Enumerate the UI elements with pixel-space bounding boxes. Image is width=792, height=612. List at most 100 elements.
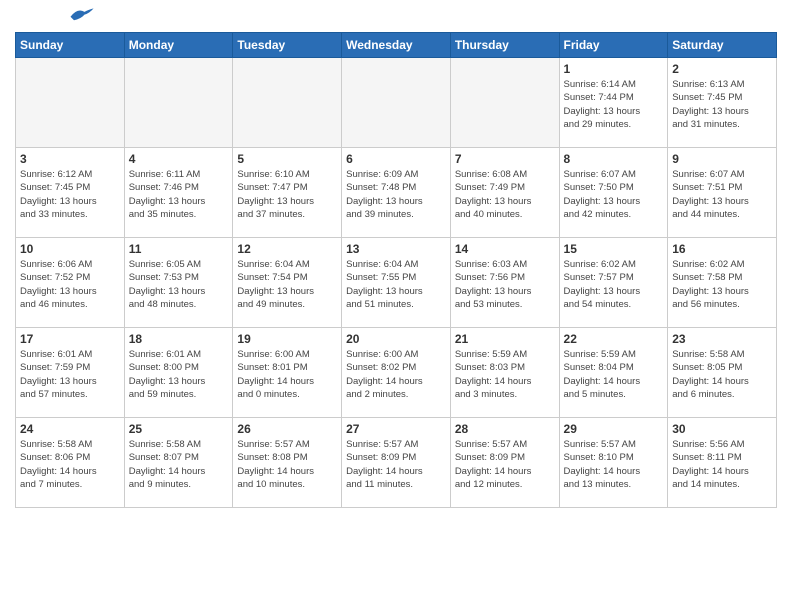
day-info: Sunrise: 6:01 AM Sunset: 8:00 PM Dayligh… [129,348,229,401]
calendar-cell: 24 Sunrise: 5:58 AM Sunset: 8:06 PM Dayli… [16,418,125,508]
week-row: 24 Sunrise: 5:58 AM Sunset: 8:06 PM Dayli… [16,418,777,508]
day-number: 16 [672,242,772,256]
calendar-cell: 21 Sunrise: 5:59 AM Sunset: 8:03 PM Dayli… [450,328,559,418]
calendar-day-header: Saturday [668,33,777,58]
day-info: Sunrise: 6:02 AM Sunset: 7:57 PM Dayligh… [564,258,664,311]
day-number: 21 [455,332,555,346]
day-number: 1 [564,62,664,76]
day-info: Sunrise: 5:57 AM Sunset: 8:09 PM Dayligh… [346,438,446,491]
calendar-cell: 12 Sunrise: 6:04 AM Sunset: 7:54 PM Dayli… [233,238,342,328]
day-info: Sunrise: 5:57 AM Sunset: 8:09 PM Dayligh… [455,438,555,491]
day-number: 17 [20,332,120,346]
day-number: 12 [237,242,337,256]
calendar-cell [124,58,233,148]
day-info: Sunrise: 6:12 AM Sunset: 7:45 PM Dayligh… [20,168,120,221]
week-row: 10Sunrise: 6:06 AM Sunset: 7:52 PM Dayli… [16,238,777,328]
day-info: Sunrise: 6:13 AM Sunset: 7:45 PM Dayligh… [672,78,772,131]
calendar-cell: 19 Sunrise: 6:00 AM Sunset: 8:01 PM Dayli… [233,328,342,418]
day-info: Sunrise: 5:58 AM Sunset: 8:06 PM Dayligh… [20,438,120,491]
day-number: 20 [346,332,446,346]
day-info: Sunrise: 5:59 AM Sunset: 8:04 PM Dayligh… [564,348,664,401]
calendar-cell [450,58,559,148]
day-number: 15 [564,242,664,256]
calendar-cell: 14Sunrise: 6:03 AM Sunset: 7:56 PM Dayli… [450,238,559,328]
day-info: Sunrise: 6:02 AM Sunset: 7:58 PM Dayligh… [672,258,772,311]
calendar-cell: 4 Sunrise: 6:11 AM Sunset: 7:46 PM Daylig… [124,148,233,238]
day-number: 28 [455,422,555,436]
calendar-cell: 8 Sunrise: 6:07 AM Sunset: 7:50 PM Daylig… [559,148,668,238]
calendar-cell: 5 Sunrise: 6:10 AM Sunset: 7:47 PM Daylig… [233,148,342,238]
day-info: Sunrise: 6:08 AM Sunset: 7:49 PM Dayligh… [455,168,555,221]
day-info: Sunrise: 6:05 AM Sunset: 7:53 PM Dayligh… [129,258,229,311]
calendar-cell: 18 Sunrise: 6:01 AM Sunset: 8:00 PM Dayli… [124,328,233,418]
calendar-cell: 1 Sunrise: 6:14 AM Sunset: 7:44 PM Daylig… [559,58,668,148]
calendar-cell: 13Sunrise: 6:04 AM Sunset: 7:55 PM Dayli… [342,238,451,328]
calendar-cell [342,58,451,148]
day-info: Sunrise: 5:58 AM Sunset: 8:05 PM Dayligh… [672,348,772,401]
day-info: Sunrise: 6:07 AM Sunset: 7:51 PM Dayligh… [672,168,772,221]
page-header [15,10,777,24]
day-number: 19 [237,332,337,346]
calendar-cell: 2 Sunrise: 6:13 AM Sunset: 7:45 PM Daylig… [668,58,777,148]
day-number: 11 [129,242,229,256]
week-row: 1 Sunrise: 6:14 AM Sunset: 7:44 PM Daylig… [16,58,777,148]
day-number: 23 [672,332,772,346]
calendar-cell: 28 Sunrise: 5:57 AM Sunset: 8:09 PM Dayli… [450,418,559,508]
day-info: Sunrise: 5:57 AM Sunset: 8:10 PM Dayligh… [564,438,664,491]
calendar-cell: 16 Sunrise: 6:02 AM Sunset: 7:58 PM Dayli… [668,238,777,328]
day-info: Sunrise: 6:10 AM Sunset: 7:47 PM Dayligh… [237,168,337,221]
day-number: 10 [20,242,120,256]
calendar-cell: 10Sunrise: 6:06 AM Sunset: 7:52 PM Dayli… [16,238,125,328]
calendar-day-header: Tuesday [233,33,342,58]
calendar-cell [233,58,342,148]
day-info: Sunrise: 6:11 AM Sunset: 7:46 PM Dayligh… [129,168,229,221]
day-info: Sunrise: 5:59 AM Sunset: 8:03 PM Dayligh… [455,348,555,401]
day-info: Sunrise: 6:07 AM Sunset: 7:50 PM Dayligh… [564,168,664,221]
calendar-day-header: Monday [124,33,233,58]
day-number: 22 [564,332,664,346]
calendar-cell: 30 Sunrise: 5:56 AM Sunset: 8:11 PM Dayli… [668,418,777,508]
day-number: 29 [564,422,664,436]
day-info: Sunrise: 6:00 AM Sunset: 8:01 PM Dayligh… [237,348,337,401]
day-info: Sunrise: 5:58 AM Sunset: 8:07 PM Dayligh… [129,438,229,491]
calendar-cell: 17 Sunrise: 6:01 AM Sunset: 7:59 PM Dayli… [16,328,125,418]
day-info: Sunrise: 6:09 AM Sunset: 7:48 PM Dayligh… [346,168,446,221]
calendar-cell: 15 Sunrise: 6:02 AM Sunset: 7:57 PM Dayli… [559,238,668,328]
day-number: 18 [129,332,229,346]
calendar-cell: 22 Sunrise: 5:59 AM Sunset: 8:04 PM Dayli… [559,328,668,418]
day-number: 9 [672,152,772,166]
calendar-cell: 23 Sunrise: 5:58 AM Sunset: 8:05 PM Dayli… [668,328,777,418]
day-info: Sunrise: 6:14 AM Sunset: 7:44 PM Dayligh… [564,78,664,131]
calendar-cell: 27 Sunrise: 5:57 AM Sunset: 8:09 PM Dayli… [342,418,451,508]
day-number: 27 [346,422,446,436]
calendar-cell: 11 Sunrise: 6:05 AM Sunset: 7:53 PM Dayli… [124,238,233,328]
day-number: 6 [346,152,446,166]
calendar-cell: 6 Sunrise: 6:09 AM Sunset: 7:48 PM Daylig… [342,148,451,238]
calendar-table: SundayMondayTuesdayWednesdayThursdayFrid… [15,32,777,508]
day-number: 8 [564,152,664,166]
day-number: 30 [672,422,772,436]
day-number: 5 [237,152,337,166]
day-info: Sunrise: 6:01 AM Sunset: 7:59 PM Dayligh… [20,348,120,401]
calendar-day-header: Thursday [450,33,559,58]
day-info: Sunrise: 6:04 AM Sunset: 7:55 PM Dayligh… [346,258,446,311]
calendar-day-header: Wednesday [342,33,451,58]
day-number: 3 [20,152,120,166]
calendar-cell: 29 Sunrise: 5:57 AM Sunset: 8:10 PM Dayli… [559,418,668,508]
calendar-cell [16,58,125,148]
calendar-day-header: Friday [559,33,668,58]
day-info: Sunrise: 6:00 AM Sunset: 8:02 PM Dayligh… [346,348,446,401]
day-info: Sunrise: 5:56 AM Sunset: 8:11 PM Dayligh… [672,438,772,491]
day-info: Sunrise: 6:04 AM Sunset: 7:54 PM Dayligh… [237,258,337,311]
calendar-cell: 20 Sunrise: 6:00 AM Sunset: 8:02 PM Dayli… [342,328,451,418]
day-number: 7 [455,152,555,166]
day-number: 2 [672,62,772,76]
day-number: 4 [129,152,229,166]
calendar-cell: 3 Sunrise: 6:12 AM Sunset: 7:45 PM Daylig… [16,148,125,238]
logo-bird-icon [67,6,95,24]
week-row: 17 Sunrise: 6:01 AM Sunset: 7:59 PM Dayli… [16,328,777,418]
calendar-header-row: SundayMondayTuesdayWednesdayThursdayFrid… [16,33,777,58]
calendar-cell: 25 Sunrise: 5:58 AM Sunset: 8:07 PM Dayli… [124,418,233,508]
day-number: 25 [129,422,229,436]
day-number: 24 [20,422,120,436]
